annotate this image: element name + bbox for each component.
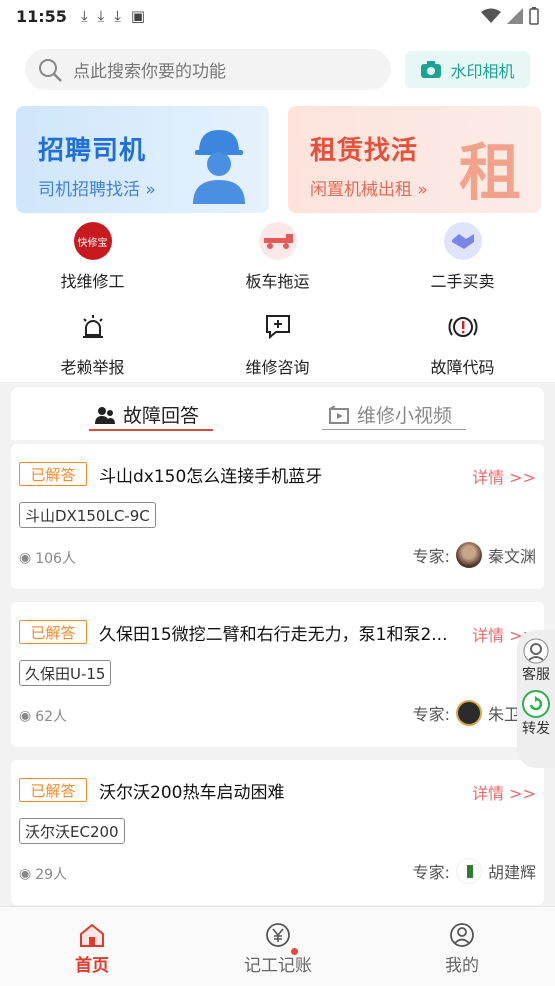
nav-label: 我的: [445, 956, 479, 976]
download-icon: ⤓: [80, 7, 88, 25]
wifi-icon: [481, 8, 501, 23]
warning-code-icon: [444, 308, 482, 346]
tab-label: 故障回答: [123, 405, 200, 427]
nav-label: 首页: [75, 956, 109, 976]
chat-plus-icon: [259, 308, 297, 346]
grid-item-fault-code[interactable]: 故障代码: [370, 308, 555, 378]
worker-icon: [193, 130, 245, 204]
banner-big-char: 租: [458, 136, 521, 209]
status-time: 11:55: [16, 6, 67, 26]
grid-item-label: 找维修工: [60, 272, 125, 291]
avatar: [455, 700, 482, 726]
camera-icon: [421, 60, 442, 78]
avatar: [455, 858, 482, 884]
question-title: 斗山dx150怎么连接手机蓝牙: [99, 467, 323, 487]
detail-link[interactable]: 详情 >>: [472, 464, 536, 488]
search-bar[interactable]: 点此搜索你要的功能: [25, 49, 391, 90]
tab-active-underline: [89, 429, 213, 431]
answered-badge: 已解答: [19, 620, 87, 644]
search-icon: [39, 58, 62, 82]
yuan-icon: [266, 923, 290, 947]
eye-icon: ◉: [19, 550, 32, 566]
grid-item-second-hand[interactable]: 二手买卖: [370, 222, 555, 292]
users-icon: [95, 406, 115, 424]
grid-item-repair-consult[interactable]: 维修咨询: [185, 308, 370, 378]
bottom-nav: 首页 记工记账 我的: [0, 906, 555, 986]
profile-icon: [450, 923, 474, 947]
nav-profile[interactable]: 我的: [402, 921, 522, 976]
video-icon: [329, 405, 349, 424]
view-count: ◉ 106人: [19, 550, 76, 567]
eye-icon: ◉: [19, 866, 32, 882]
flatbed-truck-icon: [258, 222, 297, 260]
signal-icon: [507, 8, 523, 24]
tab-label: 维修小视频: [357, 405, 453, 427]
float-label: 转发: [522, 721, 550, 737]
banner-recruit-driver[interactable]: 招聘司机 司机招聘找活 »: [16, 106, 269, 213]
search-placeholder: 点此搜索你要的功能: [73, 62, 226, 82]
avatar: [455, 542, 482, 568]
tab-repair-videos[interactable]: 维修小视频: [329, 401, 452, 428]
question-title: 沃尔沃200热车启动困难: [99, 783, 285, 803]
grid-item-report-defaulter[interactable]: 老赖举报: [0, 308, 185, 378]
download-icon: ⤓: [114, 7, 121, 25]
detail-link[interactable]: 详情 >>: [472, 780, 536, 804]
customer-service-button[interactable]: 客服: [522, 638, 550, 684]
answered-badge: 已解答: [19, 462, 87, 486]
expert-info[interactable]: 专家: 秦文渊: [413, 542, 536, 568]
tab-fault-answers[interactable]: 故障回答: [95, 401, 199, 428]
machine-tag[interactable]: 斗山DX150LC-9C: [19, 502, 156, 528]
question-card[interactable]: 已解答 沃尔沃200热车启动困难 详情 >> 沃尔沃EC200 ◉ 29人 专家:…: [11, 760, 544, 905]
kuaixiubao-icon: 快修宝: [73, 222, 112, 260]
tab-inactive-underline: [322, 429, 466, 430]
nav-home[interactable]: 首页: [32, 921, 152, 976]
expert-info[interactable]: 专家: 胡建辉: [413, 858, 536, 884]
grid-item-flatbed-tow[interactable]: 板车拖运: [185, 222, 370, 292]
answered-badge: 已解答: [19, 778, 87, 802]
content-tabs: 故障回答 维修小视频: [11, 387, 544, 440]
grid-item-label: 故障代码: [430, 358, 495, 377]
share-icon: [522, 690, 550, 718]
customer-service-icon: [523, 638, 549, 664]
machine-tag[interactable]: 久保田U-15: [19, 660, 112, 686]
grid-item-label: 老赖举报: [60, 358, 125, 377]
share-button[interactable]: 转发: [522, 690, 550, 738]
nav-label: 记工记账: [244, 956, 312, 976]
battery-icon: [529, 7, 539, 25]
view-count: ◉ 29人: [19, 866, 68, 883]
grid-item-label: 维修咨询: [245, 358, 310, 377]
handshake-icon: [443, 222, 482, 260]
app-notification-icon: ▣: [130, 7, 146, 25]
eye-icon: ◉: [19, 708, 32, 724]
notification-dot: [291, 948, 298, 955]
floating-actions: 客服 转发: [517, 630, 555, 768]
banner-rental-jobs[interactable]: 租赁找活 闲置机械出租 » 租: [288, 106, 541, 213]
float-label: 客服: [522, 667, 550, 683]
top-section: 点此搜索你要的功能 水印相机 招聘司机 司机招聘找活 » 租赁找活 闲置机械出租…: [0, 32, 555, 382]
grid-item-label: 板车拖运: [245, 272, 310, 291]
view-count: ◉ 62人: [19, 708, 68, 725]
question-title: 久保田15微挖二臂和右行走无力，泵1和泵2...: [99, 625, 448, 645]
home-icon: [80, 923, 104, 947]
watermark-camera-button[interactable]: 水印相机: [405, 51, 530, 88]
question-card[interactable]: 已解答 久保田15微挖二臂和右行走无力，泵1和泵2... 详情 >> 久保田U-…: [11, 602, 544, 747]
camera-label: 水印相机: [450, 61, 515, 81]
grid-item-label: 二手买卖: [430, 272, 495, 291]
alarm-icon: [74, 308, 112, 346]
question-card[interactable]: 已解答 斗山dx150怎么连接手机蓝牙 详情 >> 斗山DX150LC-9C ◉…: [11, 444, 544, 589]
status-bar: 11:55 ⤓ ⤓ ⤓ ▣: [0, 0, 555, 32]
machine-tag[interactable]: 沃尔沃EC200: [19, 818, 125, 844]
nav-accounting[interactable]: 记工记账: [218, 921, 338, 976]
grid-item-find-repairman[interactable]: 快修宝 找维修工: [0, 222, 185, 292]
download-icon: ⤓: [97, 7, 105, 25]
